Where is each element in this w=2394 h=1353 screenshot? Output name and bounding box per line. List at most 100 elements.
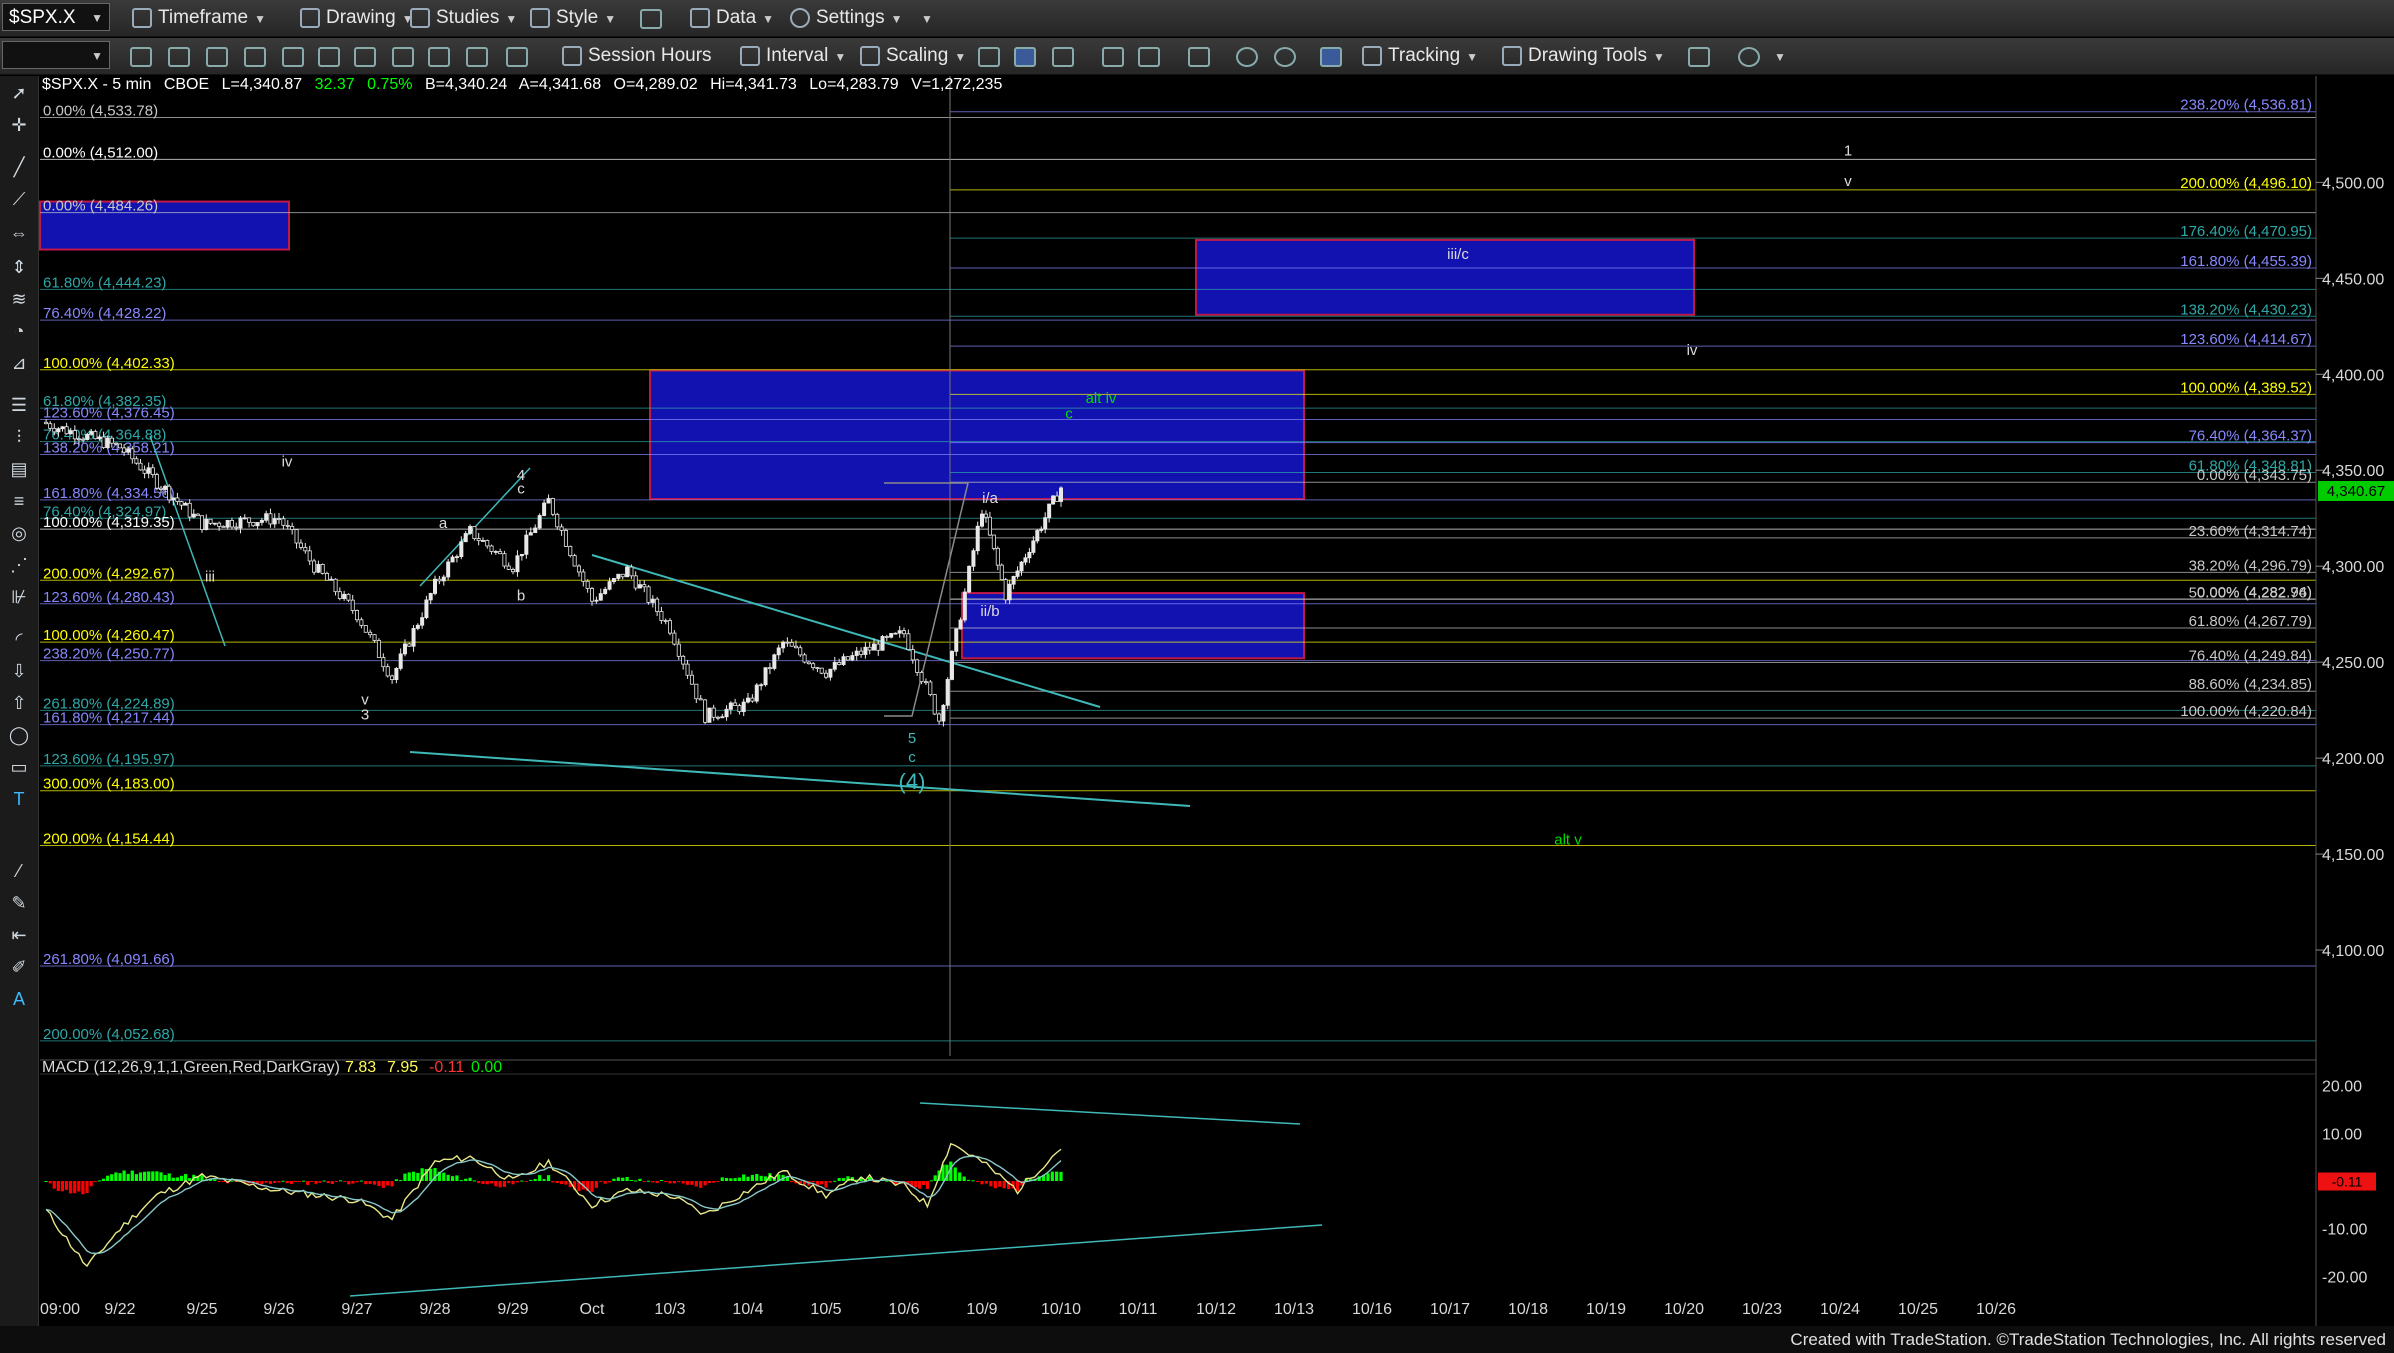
crosshair-icon[interactable] [318,47,340,67]
grid-toggle-icon[interactable] [1320,47,1342,67]
macd-histogram-bar [555,1181,559,1184]
target-zone-box[interactable] [649,369,1305,501]
wave-label: 1 [1844,142,1852,159]
candle-body [980,513,985,527]
candle-body [268,513,273,525]
layout-icon[interactable] [640,9,662,29]
more-menu[interactable]: ▼ [915,6,933,30]
scaling-menu[interactable]: Scaling ▼ [860,44,966,68]
macd-histogram-bar [77,1181,81,1192]
zoom-out-icon[interactable] [1274,47,1296,67]
interval-menu[interactable]: Interval ▼ [740,44,846,68]
macd-histogram-bar [322,1180,326,1182]
drawing-tools-menu[interactable]: Drawing Tools ▼ [1502,44,1665,68]
candle-body [754,684,759,702]
macd-histogram-bar [524,1181,528,1182]
candle-body [1059,487,1064,502]
workspace-select[interactable]: ▼ [2,41,110,69]
candle-body [428,593,433,601]
candle-body [798,647,803,656]
macd-histogram-bar [925,1181,929,1189]
target-zone-box[interactable] [961,592,1305,660]
macd-histogram-bar [750,1174,754,1181]
wave-label: v [1844,173,1852,190]
macd-value-tag-text: -0.11 [2332,1174,2363,1190]
macd-histogram-bar [81,1181,85,1195]
candle-body [542,502,547,516]
macd-histogram-bar [685,1181,690,1185]
candle-body [650,598,655,603]
candle-body [785,641,790,644]
time-tick-label: 10/10 [1041,1301,1081,1318]
studies-icon [410,7,430,28]
settings-menu[interactable]: Settings ▼ [790,6,903,30]
macd-upper-trendline[interactable] [919,1102,1301,1125]
ohlc-icon[interactable] [1102,47,1124,67]
macd-histogram-bar [450,1176,455,1181]
grid-icon[interactable] [466,47,488,67]
candle-body [337,591,342,599]
studies-menu[interactable]: Studies ▼ [410,6,517,30]
wedge-lower-trendline[interactable] [409,751,1191,807]
data-menu[interactable]: Data ▼ [690,6,774,30]
candle-body [346,593,351,601]
macd-histogram-bar [1046,1173,1050,1181]
time-tick-label: 10/12 [1196,1301,1236,1318]
candle-body [676,643,681,657]
link-icon[interactable] [130,47,152,67]
style-menu[interactable]: Style ▼ [530,6,616,30]
header-change: 32.37 [315,76,355,93]
copy-icon[interactable] [428,47,450,67]
macd-lower-trendline[interactable] [349,1224,1323,1297]
candle-body [1007,583,1012,601]
cursor-icon[interactable] [354,47,376,67]
candle-body [568,545,573,557]
panel-icon[interactable] [506,47,528,67]
more-tools-menu[interactable]: ▼ [1768,44,1786,68]
lock-icon[interactable] [244,47,266,67]
line-chart-icon[interactable] [1138,47,1160,67]
symbol-box[interactable]: $SPX.X ▼ [2,3,110,31]
refresh-icon[interactable] [168,47,190,67]
cloud-icon[interactable] [1738,47,1760,67]
target-zone-box[interactable] [1195,238,1695,316]
macd-histogram-bar [167,1173,171,1181]
macd-histogram-bar [221,1181,225,1182]
timeframe-menu[interactable]: Timeframe ▼ [132,6,266,30]
price-chart[interactable]: 0.00% (4,533.78) 0.00% (4,512.00) 0.00% (4… [0,76,2394,1329]
candlestick-icon[interactable] [1014,47,1036,67]
export-icon[interactable] [1688,47,1710,67]
candle-body [118,443,123,449]
macd-histogram-bar [655,1181,659,1184]
macd-histogram-bar [163,1175,167,1181]
macd-histogram-bar [377,1181,381,1187]
session-hours-menu[interactable]: Session Hours [562,44,712,68]
zoom-in-icon[interactable] [1236,47,1258,67]
candle-body [999,564,1004,581]
early-trendline[interactable] [149,435,226,647]
macd-histogram-bar [651,1181,655,1183]
candle-body [1055,495,1060,502]
hollow-candle-icon[interactable] [1052,47,1074,67]
macd-histogram-bar [720,1177,724,1181]
macd-histogram-bar [89,1181,93,1187]
bar-chart-icon[interactable] [978,47,1000,67]
candle-body [454,556,459,559]
tracking-menu[interactable]: Tracking ▼ [1362,44,1478,68]
drawing-menu[interactable]: Drawing ▼ [300,6,414,30]
chart-icon[interactable] [392,47,414,67]
camera-icon[interactable] [282,47,304,67]
chevron-down-icon[interactable]: ▼ [91,4,103,32]
split-icon[interactable] [1188,47,1210,67]
macd-histogram-bar [1015,1181,1020,1192]
candle-body [923,681,928,684]
macd-histogram-bar [306,1181,310,1185]
fib-levels: 0.00% (4,533.78) 0.00% (4,512.00) 0.00% (4… [40,97,2316,1043]
candle-body [191,513,196,518]
candle-body [811,663,816,668]
candle-body [537,515,542,529]
candle-body [625,566,630,578]
window-icon[interactable] [206,47,228,67]
candle-body [876,643,881,651]
macd-histogram-bar [724,1177,729,1181]
